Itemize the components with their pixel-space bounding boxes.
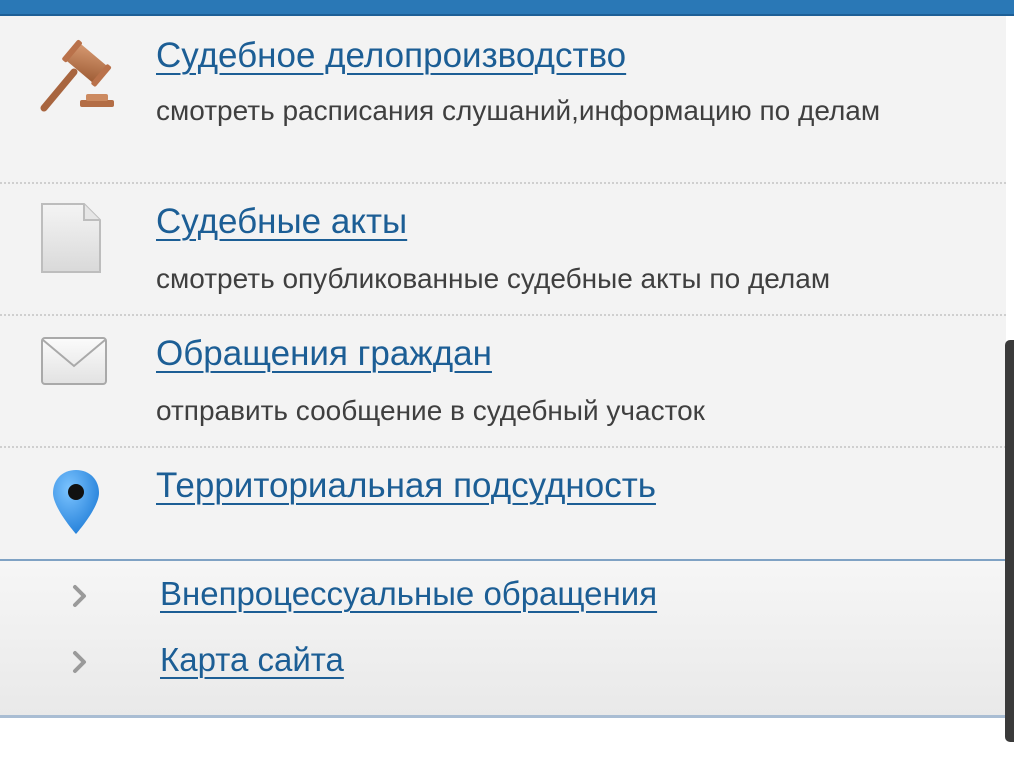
extra-procedural-appeals-link[interactable]: Внепроцессуальные обращения (160, 575, 657, 613)
menu-item-court-acts[interactable]: Судебные акты смотреть опубликованные су… (0, 184, 1006, 316)
menu-item-jurisdiction[interactable]: Территориальная подсудность (0, 448, 1006, 558)
chevron-right-icon (72, 650, 88, 674)
footer-link-extra-procedural[interactable]: Внепроцессуальные обращения (0, 575, 1006, 625)
court-acts-description: смотреть опубликованные судебные акты по… (156, 263, 831, 294)
case-management-link[interactable]: Судебное делопроизводство (156, 36, 626, 76)
sitemap-link[interactable]: Карта сайта (160, 641, 344, 679)
citizen-appeals-description: отправить сообщение в судебный участок (156, 395, 705, 426)
map-pin-icon (50, 468, 102, 541)
page: Судебное делопроизводство смотреть распи… (0, 0, 1014, 768)
footer-link-sitemap[interactable]: Карта сайта (0, 641, 1006, 691)
court-acts-link[interactable]: Судебные акты (156, 202, 407, 242)
document-icon (40, 202, 102, 279)
footer-links: Внепроцессуальные обращения Карта сайта (0, 561, 1006, 718)
services-menu: Судебное делопроизводство смотреть распи… (0, 16, 1006, 560)
jurisdiction-link[interactable]: Территориальная подсудность (156, 466, 656, 506)
scrollbar[interactable] (1005, 340, 1014, 742)
envelope-icon (40, 336, 108, 393)
menu-item-citizen-appeals[interactable]: Обращения граждан отправить сообщение в … (0, 316, 1006, 448)
chevron-right-icon (72, 584, 88, 608)
citizen-appeals-link[interactable]: Обращения граждан (156, 334, 492, 374)
gavel-icon (36, 38, 116, 123)
case-management-description: смотреть расписания слушаний,информацию … (156, 95, 881, 126)
menu-item-case-management[interactable]: Судебное делопроизводство смотреть распи… (0, 16, 1006, 184)
header-bar (0, 0, 1014, 16)
